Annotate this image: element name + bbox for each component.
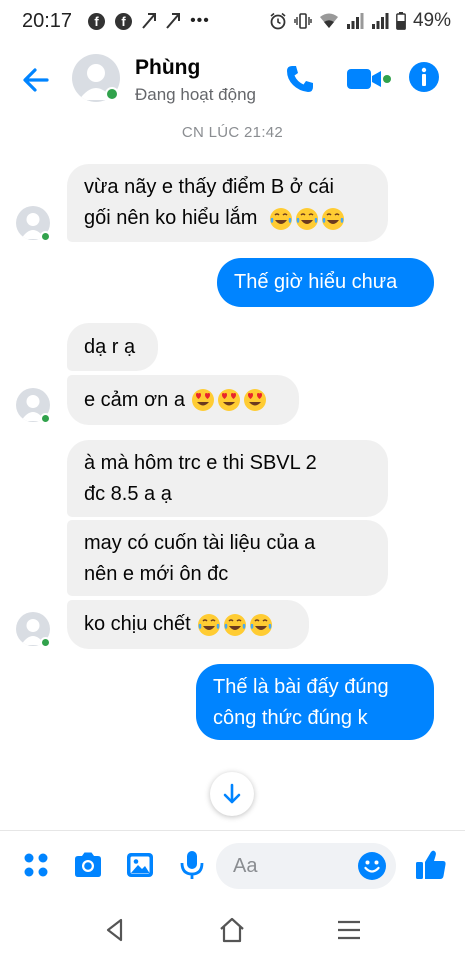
message-bubble-outgoing[interactable]: Thế giờ hiểu chưa (217, 258, 434, 307)
more-dots-icon: ••• (190, 12, 210, 29)
conversation-timestamp: CN LÚC 21:42 (181, 124, 284, 141)
message-text: Thế là bài đấy đúng (213, 676, 389, 698)
message-text: đc 8.5 a ạ (84, 483, 172, 505)
message-bubble-outgoing[interactable]: Thế là bài đấy đúng công thức đúng k (196, 664, 434, 740)
tears-of-joy-emoji-icon (296, 207, 319, 230)
online-indicator (105, 87, 119, 101)
battery-percentage: 49% (412, 10, 451, 31)
message-composer: Aa (0, 830, 465, 900)
heart-eyes-emoji-icon (191, 389, 214, 411)
online-indicator (40, 231, 51, 242)
camera-icon[interactable] (72, 849, 104, 881)
tears-of-joy-emoji-icon (223, 613, 246, 636)
video-call-icon[interactable] (345, 64, 393, 94)
message-text: Thế giờ hiểu chưa (234, 271, 398, 293)
message-bubble-incoming[interactable]: ko chịu chết (67, 600, 309, 649)
microphone-icon[interactable] (176, 849, 208, 881)
online-indicator (40, 637, 51, 648)
nav-home-icon[interactable] (217, 915, 247, 945)
gallery-icon[interactable] (124, 849, 156, 881)
signal-icon (371, 13, 389, 29)
emoji-group (197, 613, 273, 637)
phone-call-icon[interactable] (283, 62, 317, 96)
chat-header: Phùng Đang hoạt động (0, 42, 465, 117)
facebook-icon: f (115, 12, 133, 30)
send-icon (142, 13, 157, 29)
message-bubble-incoming[interactable]: dạ r ạ (67, 323, 158, 371)
heart-eyes-emoji-icon (243, 389, 266, 411)
message-text: ko chịu chết (84, 613, 191, 635)
tears-of-joy-emoji-icon (322, 207, 345, 230)
facebook-icon: f (88, 12, 106, 30)
message-text: dạ r ạ (84, 335, 136, 358)
message-text: e cảm ơn a (84, 388, 185, 411)
message-input-placeholder: Aa (233, 854, 258, 877)
alarm-icon (270, 12, 286, 30)
status-bar: 20:17 f f ••• 49% (0, 0, 465, 42)
message-line: gối nên ko hiểu lắm (84, 203, 371, 234)
message-bubble-incoming[interactable]: à mà hôm trc e thi SBVL 2 đc 8.5 a ạ (67, 440, 388, 517)
contact-name[interactable]: Phùng (135, 56, 200, 80)
online-indicator (40, 413, 51, 424)
vibrate-icon (294, 13, 312, 29)
message-text: nên e mới ôn đc (84, 563, 229, 585)
status-time: 20:17 (22, 9, 73, 32)
emoji-icon[interactable] (357, 851, 387, 881)
message-text: vừa nãy e thấy điểm B ở cái (84, 176, 334, 198)
nav-recents-icon[interactable] (334, 915, 364, 945)
signal-icon (346, 13, 364, 29)
message-bubble-incoming[interactable]: vừa nãy e thấy điểm B ở cái gối nên ko h… (67, 164, 388, 242)
emoji-group (191, 388, 267, 412)
scroll-to-bottom-button[interactable] (210, 772, 254, 816)
tears-of-joy-emoji-icon (249, 613, 272, 636)
message-bubble-incoming[interactable]: may có cuốn tài liệu của a nên e mới ôn … (67, 520, 388, 596)
tears-of-joy-emoji-icon (270, 207, 293, 230)
send-icon (166, 13, 181, 29)
emoji-group (269, 207, 345, 231)
message-text: công thức đúng k (213, 707, 368, 729)
heart-eyes-emoji-icon (217, 389, 240, 411)
message-text: gối nên ko hiểu lắm (84, 207, 258, 229)
tears-of-joy-emoji-icon (197, 613, 220, 636)
info-icon[interactable] (408, 61, 440, 93)
wifi-icon (319, 13, 338, 28)
back-arrow-icon[interactable] (20, 64, 52, 96)
message-text: may có cuốn tài liệu của a (84, 532, 316, 554)
thumbs-up-icon[interactable] (414, 848, 448, 882)
menu-dots-icon[interactable] (20, 849, 52, 881)
message-text: à mà hôm trc e thi SBVL 2 (84, 452, 317, 474)
nav-back-icon[interactable] (100, 915, 130, 945)
contact-status: Đang hoạt động (135, 85, 256, 104)
arrow-down-icon (223, 783, 241, 804)
system-nav-bar (0, 900, 465, 960)
battery-icon (396, 12, 406, 30)
message-bubble-incoming[interactable]: e cảm ơn a (67, 375, 299, 425)
